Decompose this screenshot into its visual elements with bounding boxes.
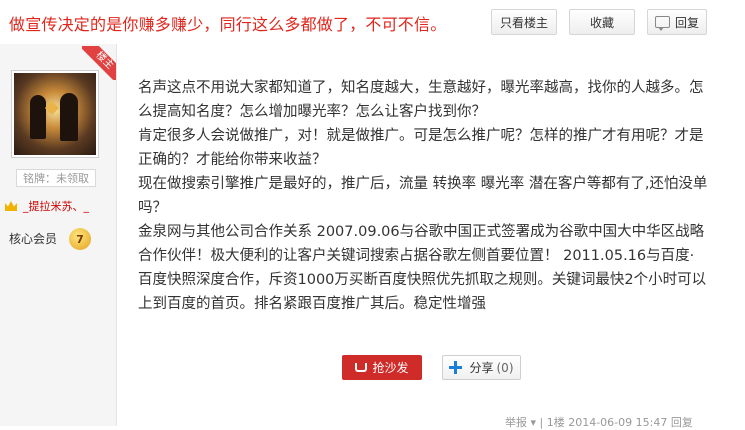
share-label: 分享 — [469, 361, 494, 375]
thread-title: 做宣传决定的是你赚多赚少，同行这么多都做了，不可不信。 — [9, 15, 447, 34]
thread-header: 做宣传决定的是你赚多赚少，同行这么多都做了，不可不信。 只看楼主 收藏 回复 — [0, 0, 745, 44]
post-paragraph: 名声这点不用说大家都知道了，知名度越大，生意越好，曝光率越高，找你的人越多。怎么… — [138, 80, 704, 120]
floor-owner-ribbon: 楼主 — [82, 46, 116, 80]
sofa-icon — [355, 363, 368, 372]
reply-button[interactable]: 回复 — [647, 9, 707, 35]
reply-label: 回复 — [674, 15, 699, 30]
plus-icon — [449, 361, 463, 374]
post-main: 名声这点不用说大家都知道了，知名度越大，生意越好，曝光率越高，找你的人越多。怎么… — [117, 44, 745, 426]
share-button[interactable]: 分享 (0) — [442, 355, 521, 380]
share-count: (0) — [496, 360, 514, 375]
avatar-image — [14, 73, 96, 155]
member-level-label: 核心会员 — [9, 232, 58, 246]
reply-icon — [654, 16, 670, 31]
floor-owner-label: 楼主 — [82, 46, 116, 80]
username-row[interactable]: _提拉米苏、_ — [5, 198, 89, 214]
user-sidebar: 铭牌：未领取 _提拉米苏、_ 核心会员 7 — [0, 44, 117, 426]
level-badge-icon: 7 — [69, 228, 91, 250]
avatar[interactable] — [11, 70, 99, 158]
post-paragraph: 现在做搜索引擎推广是最好的，推广后，流量 转换率 曝光率 潜在客户等都有了,还怕… — [138, 176, 708, 216]
post-paragraph: 肯定很多人会说做推广，对！就是做推广。可是怎么推广呢？怎样的推广才有用呢？才是正… — [138, 128, 704, 168]
post-paragraph: 金泉网与其他公司合作关系 2007.09.06与谷歌中国正式签署成为谷歌中国大中… — [138, 224, 707, 312]
grab-sofa-button[interactable]: 抢沙发 — [342, 355, 422, 380]
only-floor-owner-button[interactable]: 只看楼主 — [491, 9, 557, 35]
post-content: 名声这点不用说大家都知道了，知名度越大，生意越好，曝光率越高，找你的人越多。怎么… — [138, 76, 708, 316]
favorite-button[interactable]: 收藏 — [569, 9, 635, 35]
username[interactable]: _提拉米苏、_ — [23, 198, 89, 214]
nameplate-badge[interactable]: 铭牌：未领取 — [16, 169, 96, 187]
crown-icon — [5, 201, 17, 211]
post-meta: 举报 ▾ | 1楼 2014-06-09 15:47 回复 — [505, 416, 693, 429]
grab-sofa-label: 抢沙发 — [372, 361, 409, 375]
